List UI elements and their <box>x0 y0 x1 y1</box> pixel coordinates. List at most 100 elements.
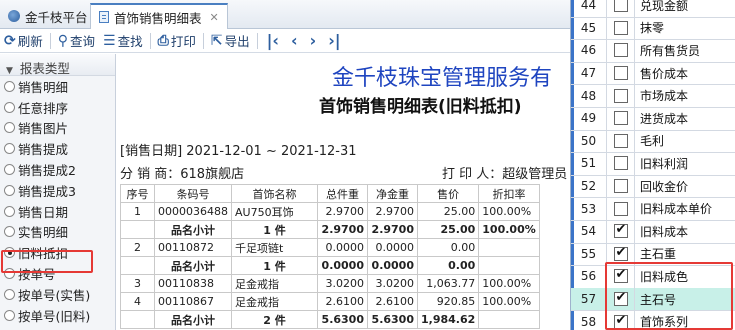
column-option-row[interactable]: 47 售价成本 <box>571 61 735 86</box>
first-page-icon[interactable]: |‹ <box>261 31 285 50</box>
column-header[interactable]: 首饰名称 <box>231 184 318 203</box>
find-button[interactable]: ☰ 查找 <box>99 30 147 52</box>
table-row: 2 00110872 千足项链t 0.0000 0.0000 0.00 <box>120 238 540 257</box>
table-cell: 1,984.62 <box>416 310 480 329</box>
column-checkbox[interactable] <box>613 0 628 13</box>
column-header[interactable]: 序号 <box>120 184 155 203</box>
column-number: 45 <box>571 16 607 40</box>
radio-button[interactable] <box>4 205 15 217</box>
column-header[interactable]: 条码号 <box>154 184 232 203</box>
column-option-row[interactable]: 54 旧料成本 <box>571 220 735 244</box>
platform-logo-icon <box>8 10 20 22</box>
radio-button[interactable] <box>4 101 15 113</box>
column-label: 所有售货员 <box>640 43 701 58</box>
next-page-icon[interactable]: › <box>304 31 323 50</box>
table-cell: 1 件 <box>231 220 318 239</box>
report-type-option[interactable]: 销售提成2 <box>0 159 115 180</box>
radio-button[interactable] <box>4 184 15 196</box>
column-number: 58 <box>571 310 607 330</box>
column-option-row[interactable]: 52 回收金价 <box>571 174 735 199</box>
column-option-row[interactable]: 48 市场成本 <box>571 84 735 108</box>
radio-button[interactable] <box>4 226 15 238</box>
close-tab-icon[interactable]: ✕ <box>210 11 219 24</box>
radio-button[interactable] <box>4 143 15 155</box>
column-header[interactable]: 净金重 <box>367 184 418 203</box>
column-checkbox[interactable] <box>613 133 628 148</box>
column-option-row[interactable]: 44 兑现金额 <box>571 0 735 18</box>
table-cell: 足金戒指 <box>231 274 318 293</box>
column-number: 46 <box>571 39 607 62</box>
table-row: 4 00110867 足金戒指 2.6100 2.6100 920.85 100.00% <box>120 292 540 311</box>
column-header[interactable]: 折扣率 <box>478 184 540 203</box>
table-cell <box>478 256 540 275</box>
subtotal-row: 品名小计 2 件 5.6300 5.6300 1,984.62 <box>120 310 540 329</box>
previous-page-icon[interactable]: ‹ <box>285 31 304 50</box>
radio-button[interactable] <box>4 288 15 300</box>
column-option-row[interactable]: 50 毛利 <box>571 129 735 154</box>
report-type-option[interactable]: 销售提成 <box>0 138 115 159</box>
table-cell: 00110838 <box>154 274 232 293</box>
column-option-row[interactable]: 51 旧料利润 <box>571 152 735 176</box>
column-checkbox[interactable] <box>613 156 628 171</box>
table-cell: 1 <box>120 202 155 221</box>
table-cell: 100.00% <box>478 220 540 239</box>
app-window: 金千枝平台 首饰销售明细表 ✕ ⟳ 刷新 ⚲ 查询 ☰ 查找 ⎙ 打印 ⇱ 导出… <box>0 0 735 330</box>
report-type-option[interactable]: 销售图片 <box>0 118 115 139</box>
export-button[interactable]: ⇱ 导出 <box>207 30 254 52</box>
radio-button[interactable] <box>4 80 15 92</box>
radio-button[interactable] <box>4 164 15 176</box>
column-checkbox[interactable] <box>613 88 628 103</box>
report-type-option[interactable]: 销售提成3 <box>0 180 115 201</box>
report-icon <box>99 11 109 23</box>
report-type-header[interactable]: ▼ 报表类型 <box>0 54 115 76</box>
table-cell: 2.6100 <box>317 292 368 311</box>
search-icon: ⚲ <box>57 32 69 49</box>
table-cell: 0000036488 <box>154 202 232 221</box>
print-button[interactable]: ⎙ 打印 <box>154 30 200 52</box>
report-type-option[interactable]: 按单号(实售) <box>0 284 115 305</box>
column-header[interactable]: 总件重 <box>317 184 368 203</box>
last-page-icon[interactable]: ›| <box>322 31 346 50</box>
branch-label: 分 销 商：618旗舰店 <box>120 167 245 182</box>
radio-button[interactable] <box>4 309 15 321</box>
report-type-option[interactable]: 实售明细 <box>0 222 115 243</box>
column-number: 44 <box>571 0 607 17</box>
printer-icon: ⎙ <box>157 32 169 49</box>
column-option-row[interactable]: 53 旧料成本单价 <box>571 197 735 221</box>
checkbox-cell <box>607 174 635 198</box>
column-checkbox[interactable] <box>613 179 628 194</box>
company-title: 金千枝珠宝管理服务有 <box>332 66 553 91</box>
column-option-row[interactable]: 49 进货成本 <box>571 107 735 131</box>
column-option-row[interactable]: 45 抹零 <box>571 16 735 41</box>
column-checkbox[interactable] <box>613 43 628 58</box>
column-header[interactable]: 售价 <box>416 184 480 203</box>
table-cell: 3.0200 <box>367 274 418 293</box>
report-type-option[interactable]: 销售明细 <box>0 76 115 97</box>
report-type-option[interactable]: 按单号(旧料) <box>0 305 115 326</box>
tab-sales-detail[interactable]: 首饰销售明细表 ✕ <box>90 3 228 29</box>
refresh-button[interactable]: ⟳ 刷新 <box>0 30 47 52</box>
column-number: 57 <box>571 287 607 311</box>
column-checkbox[interactable] <box>613 20 628 35</box>
radio-button[interactable] <box>4 122 15 134</box>
toolbar-divider <box>149 32 151 49</box>
column-checkbox[interactable] <box>613 222 628 239</box>
table-cell: 25.00 <box>416 202 480 221</box>
report-type-label: 销售日期 <box>18 204 69 220</box>
refresh-label: 刷新 <box>17 34 43 49</box>
tab-home[interactable]: 金千枝平台 <box>2 3 94 29</box>
column-checkbox[interactable] <box>613 66 628 81</box>
table-cell: 0.00 <box>416 238 480 257</box>
table-cell: 920.85 <box>416 292 480 311</box>
column-number: 47 <box>571 61 607 85</box>
report-type-option[interactable]: 任意排序 <box>0 97 115 118</box>
column-checkbox[interactable] <box>613 201 628 216</box>
checkbox-cell <box>607 0 635 17</box>
query-button[interactable]: ⚲ 查询 <box>54 30 99 52</box>
column-checkbox[interactable] <box>613 111 628 126</box>
column-option-row[interactable]: 46 所有售货员 <box>571 39 735 63</box>
table-cell <box>120 220 155 239</box>
checkbox-cell <box>607 84 635 107</box>
report-type-option[interactable]: 销售日期 <box>0 201 115 222</box>
column-checkbox[interactable] <box>613 245 628 261</box>
